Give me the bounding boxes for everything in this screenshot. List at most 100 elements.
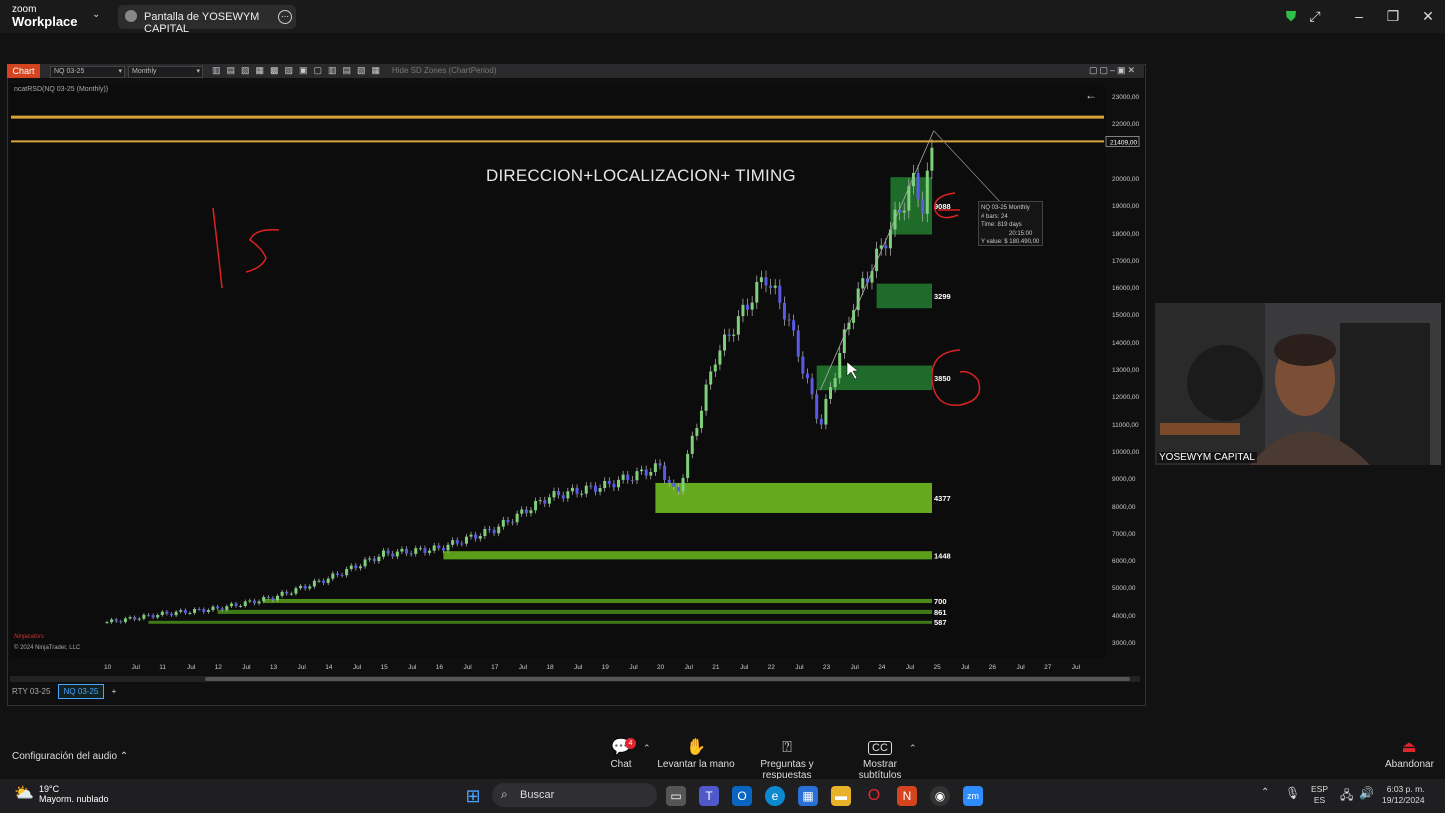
- price-tick-label: 22000,00: [1112, 121, 1140, 129]
- tab-rty[interactable]: RTY 03-25: [7, 685, 55, 698]
- candle-body: [538, 500, 542, 502]
- candle-body: [838, 353, 842, 379]
- volume-icon[interactable]: 🔊: [1359, 786, 1374, 800]
- zone-label: 861: [934, 608, 947, 617]
- chevron-up-icon[interactable]: ⌃: [1261, 787, 1269, 798]
- time-tick-label: 15: [380, 664, 388, 671]
- network-icon[interactable]: 🖧: [1340, 786, 1353, 807]
- candle-body: [630, 479, 634, 481]
- cc-icon: CC: [842, 737, 918, 759]
- candle-body: [243, 601, 247, 606]
- time-tick-label: 22: [767, 664, 775, 671]
- price-tick-label: 18000,00: [1112, 230, 1140, 238]
- lang-primary: ESP: [1311, 784, 1329, 794]
- captions-button[interactable]: CC Mostrar subtítulos: [842, 737, 918, 781]
- weather-widget[interactable]: 19°C Mayorm. nublado: [39, 784, 109, 804]
- time-tick-label: Jul: [574, 664, 583, 671]
- candle-body: [252, 600, 256, 604]
- candle-body: [220, 608, 224, 610]
- tab-nq[interactable]: NQ 03-25: [57, 684, 105, 699]
- candle-body: [478, 536, 482, 539]
- candle-body: [170, 613, 174, 616]
- chat-button[interactable]: 💬 Chat 4: [605, 737, 637, 770]
- candle-body: [437, 545, 441, 549]
- video-scene: [1155, 303, 1441, 465]
- candle-body: [884, 245, 888, 249]
- time-tick-label: Jul: [629, 664, 638, 671]
- edge-icon[interactable]: e: [765, 786, 785, 806]
- tooltip-line: Time: 819 days: [981, 222, 1022, 228]
- candle-body: [469, 534, 473, 537]
- taskbar-search[interactable]: ⌕ Buscar: [492, 783, 657, 807]
- chevron-up-icon[interactable]: ⌃: [643, 743, 651, 754]
- candle-body: [792, 320, 796, 331]
- microphone-icon[interactable]: 🎙: [1285, 786, 1300, 800]
- opera-icon[interactable]: O: [864, 786, 884, 806]
- candle-body: [179, 610, 183, 612]
- candle-body: [289, 593, 293, 595]
- qa-button[interactable]: ⍰ Preguntas y respuestas: [740, 737, 834, 781]
- supply-demand-zone: [443, 551, 932, 560]
- horizontal-scrollbar[interactable]: [10, 676, 1140, 682]
- candle-body: [119, 621, 123, 623]
- candle-body: [483, 528, 487, 537]
- candle-body: [110, 619, 114, 623]
- price-tick-label: 20000,00: [1112, 175, 1140, 183]
- add-tab-button[interactable]: +: [107, 685, 122, 698]
- price-tick-label: 14000,00: [1112, 339, 1140, 347]
- windows-start-icon[interactable]: ⊞: [463, 786, 483, 806]
- candle-body: [146, 614, 150, 616]
- audio-settings[interactable]: Configuración del audio ⌃: [12, 751, 128, 762]
- store-icon[interactable]: ▦: [798, 786, 818, 806]
- candle-body: [335, 573, 339, 575]
- candle-body: [810, 378, 814, 395]
- weather-icon[interactable]: ⛅: [14, 783, 34, 803]
- candle-body: [492, 529, 496, 534]
- scrollbar-thumb[interactable]: [205, 677, 1130, 681]
- candle-body: [727, 334, 731, 336]
- candle-body: [391, 553, 395, 557]
- candle-body: [805, 373, 809, 379]
- ninjatrader-icon[interactable]: N: [897, 786, 917, 806]
- candle-body: [197, 609, 201, 611]
- price-tick-label: 16000,00: [1112, 285, 1140, 293]
- candle-body: [372, 558, 376, 562]
- candle-body: [349, 565, 353, 569]
- chrome-icon[interactable]: ◉: [930, 786, 950, 806]
- time-tick-label: Jul: [739, 664, 749, 671]
- candle-body: [750, 302, 754, 310]
- file-explorer-icon[interactable]: ▬: [831, 786, 851, 806]
- candle-body: [423, 548, 427, 553]
- task-view-icon[interactable]: ▭: [666, 786, 686, 806]
- candle-body: [921, 199, 925, 214]
- candle-body: [234, 603, 238, 606]
- candle-body: [603, 480, 607, 489]
- supply-demand-zone: [655, 482, 932, 513]
- candle-body: [455, 540, 459, 544]
- clock[interactable]: 6:03 p. m. 19/12/2024: [1382, 784, 1425, 806]
- zoom-taskbar-icon[interactable]: zm: [963, 786, 983, 806]
- time-tick-label: Jul: [1016, 664, 1025, 671]
- candle-body: [188, 612, 192, 614]
- candle-body: [229, 603, 233, 607]
- candle-body: [206, 610, 210, 612]
- raise-hand-button[interactable]: ✋ Levantar la mano: [657, 737, 735, 770]
- teams-icon[interactable]: T: [699, 786, 719, 806]
- leave-icon: ⏏: [1401, 739, 1417, 756]
- candle-body: [782, 302, 786, 320]
- candle-body: [713, 364, 717, 372]
- leave-button[interactable]: ⏏ Abandonar: [1385, 737, 1434, 770]
- candle-body: [732, 334, 736, 336]
- tooltip-line: # bars: 24: [981, 213, 1008, 220]
- candle-body: [819, 418, 823, 425]
- chevron-up-icon[interactable]: ⌃: [909, 743, 917, 754]
- candle-body: [487, 528, 491, 530]
- copyright-text: © 2024 NinjaTrader, LLC: [14, 645, 81, 651]
- hand-icon: ✋: [686, 739, 706, 756]
- outlook-icon[interactable]: O: [732, 786, 752, 806]
- candle-body: [506, 519, 510, 523]
- language-indicator[interactable]: ESP ES: [1311, 784, 1328, 806]
- participant-video[interactable]: [1155, 303, 1441, 465]
- handwritten-five: [245, 228, 280, 273]
- zone-label: 1448: [934, 551, 951, 560]
